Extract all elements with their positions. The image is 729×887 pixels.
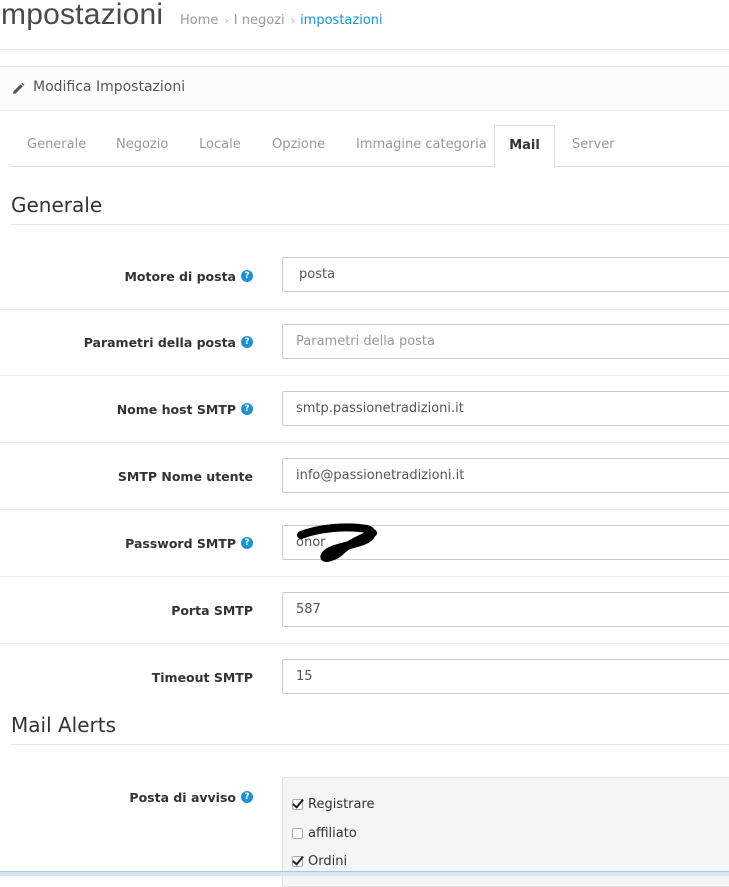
form-row-smtp-timeout: Timeout SMTP <box>0 644 729 710</box>
form-row-smtp-host: Nome host SMTP ? <box>0 376 729 443</box>
tab-generale[interactable]: Generale <box>27 125 86 165</box>
help-icon[interactable]: ? <box>241 537 253 549</box>
field-label: Nome host SMTP ? <box>117 376 253 442</box>
field-label: Timeout SMTP <box>152 644 253 710</box>
checkbox-checked-icon[interactable] <box>292 799 303 810</box>
breadcrumb-separator-icon: › <box>290 14 296 27</box>
smtp-host-input[interactable] <box>282 391 729 426</box>
section-title-mail-alerts: Mail Alerts <box>11 713 729 745</box>
field-label: Password SMTP ? <box>125 510 253 576</box>
tab-negozio[interactable]: Negozio <box>116 125 168 165</box>
tab-server[interactable]: Server <box>572 125 615 165</box>
breadcrumb-separator-icon: › <box>224 14 229 27</box>
alert-option-label: Ordini <box>308 854 348 869</box>
pencil-icon <box>13 82 25 94</box>
tab-immagine-categoria[interactable]: Immagine categoria <box>356 125 487 165</box>
checkbox-checked-icon[interactable] <box>292 856 303 867</box>
form-row-smtp-password: Password SMTP ? <box>0 510 729 577</box>
breadcrumb-settings[interactable]: impostazioni <box>300 13 383 28</box>
help-icon[interactable]: ? <box>241 403 253 415</box>
smtp-host-label: Nome host SMTP <box>116 401 236 417</box>
page-title: mpostazioni <box>1 0 164 31</box>
smtp-timeout-input[interactable] <box>282 659 729 694</box>
form-row-smtp-user: SMTP Nome utente <box>0 443 729 510</box>
field-label: SMTP Nome utente <box>118 443 253 509</box>
help-icon[interactable]: ? <box>241 791 253 803</box>
panel-heading: Modifica Impostazioni <box>0 66 729 111</box>
breadcrumb: Home › I negozi › impostazioni <box>180 13 383 28</box>
breadcrumb-stores[interactable]: I negozi <box>234 13 285 28</box>
alert-option-affiliate[interactable]: affiliato <box>292 826 357 841</box>
mail-engine-label: Motore di posta <box>124 268 236 284</box>
panel-title: Modifica Impostazioni <box>33 79 186 95</box>
mail-params-label: Parametri della posta <box>83 334 236 350</box>
alert-mail-label-text: Posta di avviso <box>129 789 236 805</box>
field-label: Porta SMTP <box>171 577 253 643</box>
settings-tabs: Generale Negozio Locale Opzione Immagine… <box>10 125 729 168</box>
smtp-user-label: SMTP Nome utente <box>117 468 253 484</box>
smtp-password-label: Password SMTP <box>125 535 236 551</box>
smtp-password-input[interactable] <box>282 525 729 560</box>
mail-engine-select[interactable]: posta <box>282 257 729 292</box>
alert-option-label: affiliato <box>308 826 357 841</box>
taskbar-edge <box>0 871 729 876</box>
checkbox-unchecked-icon[interactable] <box>292 828 303 839</box>
smtp-port-input[interactable] <box>282 592 729 627</box>
alert-option-register[interactable]: Registrare <box>292 797 375 812</box>
form-row-mail-params: Parametri della posta ? <box>0 309 729 376</box>
alert-mail-label: Posta di avviso ? <box>129 777 253 817</box>
tab-mail[interactable]: Mail <box>494 125 555 168</box>
alert-option-label: Registrare <box>308 797 375 812</box>
smtp-timeout-label: Timeout SMTP <box>151 669 253 685</box>
help-icon[interactable]: ? <box>241 270 253 282</box>
mail-params-input[interactable] <box>282 324 729 359</box>
section-title-generale: Generale <box>11 193 729 225</box>
form-row-mail-engine: Motore di posta ? posta <box>0 243 729 310</box>
tab-opzione[interactable]: Opzione <box>272 125 325 165</box>
tab-locale[interactable]: Locale <box>199 125 241 165</box>
alert-option-orders[interactable]: Ordini <box>292 854 347 869</box>
help-icon[interactable]: ? <box>241 336 253 348</box>
field-label: Motore di posta ? <box>124 243 253 309</box>
smtp-user-input[interactable] <box>282 458 729 493</box>
smtp-port-label: Porta SMTP <box>171 602 253 618</box>
breadcrumb-home[interactable]: Home <box>180 13 218 28</box>
page-header: mpostazioni Home › I negozi › impostazio… <box>0 0 729 50</box>
field-label: Parametri della posta ? <box>84 309 253 375</box>
form-row-smtp-port: Porta SMTP <box>0 577 729 644</box>
